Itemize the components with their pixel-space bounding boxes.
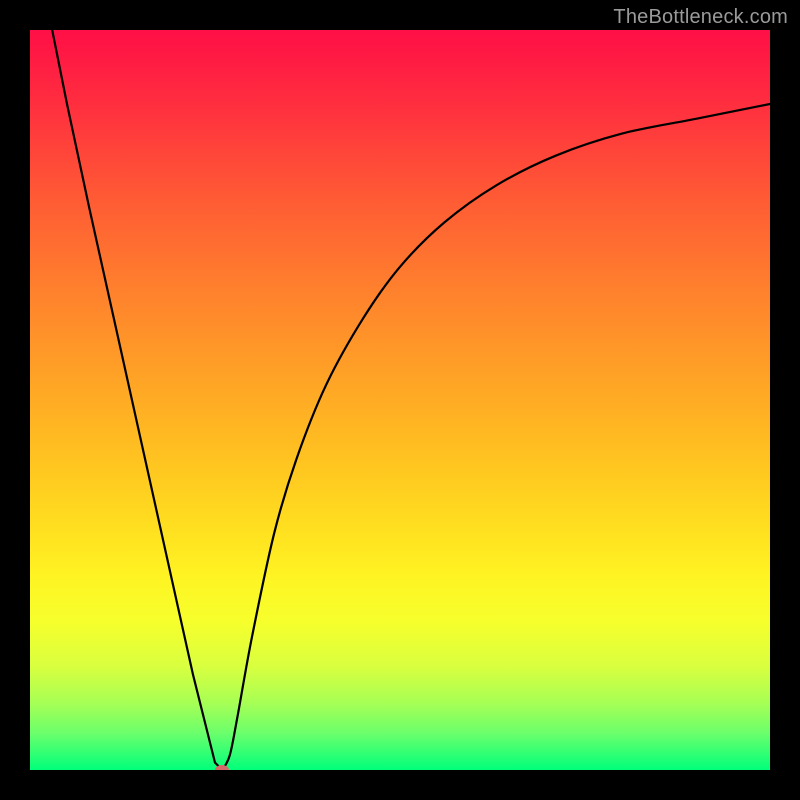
chart-frame: TheBottleneck.com	[0, 0, 800, 800]
plot-area	[30, 30, 770, 770]
minimum-marker	[215, 765, 229, 770]
bottleneck-curve	[30, 30, 770, 770]
watermark-text: TheBottleneck.com	[613, 6, 788, 29]
